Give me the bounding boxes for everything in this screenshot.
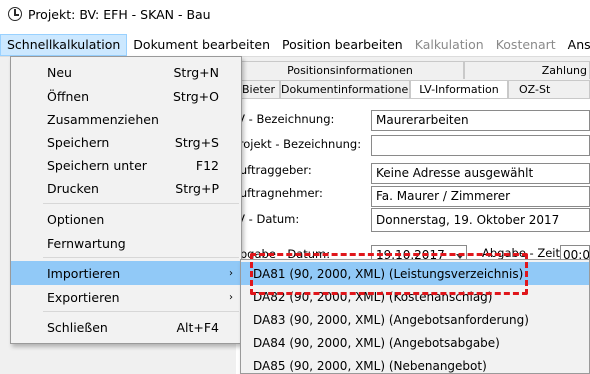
tab-positionsinformationen[interactable]: Positionsinformationen <box>236 61 464 79</box>
menu-kostenart[interactable]: Kostenart <box>490 34 562 56</box>
lv-datum-label: LV - Datum: <box>232 212 300 226</box>
tab-row-upper: Positionsinformationen Zahlung <box>236 61 590 79</box>
menu-item-label: Öffnen <box>47 88 89 104</box>
menu-item-label: Exportieren <box>47 289 120 305</box>
schnellkalkulation-menu: Neu Strg+N Öffnen Strg+O Zusammenziehen … <box>10 56 242 344</box>
submenu-item-da82[interactable]: DA82 (90, 2000, XML) (Kostenanschlag) <box>241 285 589 308</box>
menu-item-drucken[interactable]: Drucken Strg+P <box>11 176 241 200</box>
menu-kalkulation[interactable]: Kalkulation <box>409 34 490 56</box>
menu-item-label: Zusammenziehen <box>47 111 159 127</box>
submenu-item-label: DA83 (90, 2000, XML) (Angebotsanforderun… <box>253 312 529 327</box>
menu-item-exportieren[interactable]: Exportieren › <box>11 285 241 309</box>
menu-dokument-bearbeiten[interactable]: Dokument bearbeiten <box>127 34 276 56</box>
menu-item-speichern[interactable]: Speichern Strg+S <box>11 130 241 154</box>
title-bar: Projekt: BV: EFH - SKAN - Bau <box>0 0 590 28</box>
menu-item-fernwartung[interactable]: Fernwartung <box>11 231 241 255</box>
menu-item-label: Schließen <box>47 319 108 335</box>
menu-separator <box>43 257 239 258</box>
submenu-item-label: DA82 (90, 2000, XML) (Kostenanschlag) <box>253 289 493 304</box>
submenu-item-da81[interactable]: DA81 (90, 2000, XML) (Leistungsverzeichn… <box>241 262 589 285</box>
menu-item-shortcut: F12 <box>195 157 219 173</box>
app-clock-icon <box>8 7 22 21</box>
menu-ansicht[interactable]: Ansicht <box>562 34 590 56</box>
submenu-item-label: DA85 (90, 2000, XML) (Nebenangebot) <box>253 358 487 373</box>
auftragnehmer-label: Auftragnehmer: <box>232 186 323 200</box>
tab-row-lower: Bieter Dokumentinformationen LV-Informat… <box>236 80 590 98</box>
menu-item-shortcut: Alt+F4 <box>176 319 219 335</box>
menu-separator <box>43 203 239 204</box>
projekt-bezeichnung-label: Projekt - Bezeichnung: <box>232 137 362 151</box>
lv-datum-field[interactable]: Donnerstag, 19. Oktober 2017 <box>371 208 590 232</box>
menu-item-optionen[interactable]: Optionen <box>11 207 241 231</box>
menu-item-oeffnen[interactable]: Öffnen Strg+O <box>11 84 241 108</box>
submenu-item-da84[interactable]: DA84 (90, 2000, XML) (Angebotsabgabe) <box>241 331 589 354</box>
menu-item-shortcut: Strg+N <box>173 64 219 80</box>
menu-item-schliessen[interactable]: Schließen Alt+F4 <box>11 315 241 339</box>
menu-separator <box>43 311 239 312</box>
menu-item-label: Neu <box>47 64 72 80</box>
menu-schnellkalkulation[interactable]: Schnellkalkulation <box>0 34 128 56</box>
menu-item-shortcut: Strg+P <box>175 180 219 196</box>
menu-item-label: Optionen <box>47 211 105 227</box>
window-title: Projekt: BV: EFH - SKAN - Bau <box>28 6 211 22</box>
tab-bieter[interactable]: Bieter <box>236 80 280 98</box>
submenu-item-label: DA84 (90, 2000, XML) (Angebotsabgabe) <box>253 335 500 350</box>
submenu-arrow-icon: › <box>229 291 233 303</box>
menu-item-label: Fernwartung <box>47 235 126 251</box>
lv-bezeichnung-label: LV - Bezeichnung: <box>232 112 335 126</box>
tab-lv-information[interactable]: LV-Information <box>410 80 508 98</box>
auftraggeber-label: Auftraggeber: <box>232 163 312 177</box>
menu-item-label: Importieren <box>47 265 121 281</box>
menu-item-label: Drucken <box>47 180 99 196</box>
menu-position-bearbeiten[interactable]: Position bearbeiten <box>276 34 409 56</box>
tab-dokumentinformationen[interactable]: Dokumentinformationen <box>280 80 410 98</box>
importieren-submenu: DA81 (90, 2000, XML) (Leistungsverzeichn… <box>240 259 590 374</box>
menu-item-shortcut: Strg+O <box>172 88 219 104</box>
auftraggeber-field[interactable]: Keine Adresse ausgewählt <box>371 163 590 184</box>
menu-item-label: Speichern unter <box>47 157 147 173</box>
menu-item-label: Speichern <box>47 134 110 150</box>
menu-bar: Schnellkalkulation Dokument bearbeiten P… <box>0 34 590 56</box>
tab-zahlung[interactable]: Zahlung <box>464 61 590 79</box>
submenu-item-label: DA81 (90, 2000, XML) (Leistungsverzeichn… <box>253 266 524 281</box>
menu-item-shortcut: Strg+S <box>174 134 219 150</box>
menu-item-neu[interactable]: Neu Strg+N <box>11 60 241 84</box>
menu-item-zusammenziehen[interactable]: Zusammenziehen <box>11 107 241 131</box>
menu-item-speichern-unter[interactable]: Speichern unter F12 <box>11 153 241 177</box>
submenu-item-da85[interactable]: DA85 (90, 2000, XML) (Nebenangebot) <box>241 354 589 374</box>
lv-bezeichnung-field[interactable]: Maurerarbeiten <box>371 110 590 131</box>
abgabe-zeit-label: Abgabe - Zeit: <box>482 246 564 260</box>
tab-oz-st[interactable]: OZ-St <box>508 80 590 98</box>
auftragnehmer-field[interactable]: Fa. Maurer / Zimmerer <box>371 186 590 207</box>
submenu-arrow-icon: › <box>229 267 233 279</box>
menu-item-importieren[interactable]: Importieren › <box>11 261 241 285</box>
projekt-bezeichnung-field[interactable] <box>371 135 590 156</box>
submenu-item-da83[interactable]: DA83 (90, 2000, XML) (Angebotsanforderun… <box>241 308 589 331</box>
